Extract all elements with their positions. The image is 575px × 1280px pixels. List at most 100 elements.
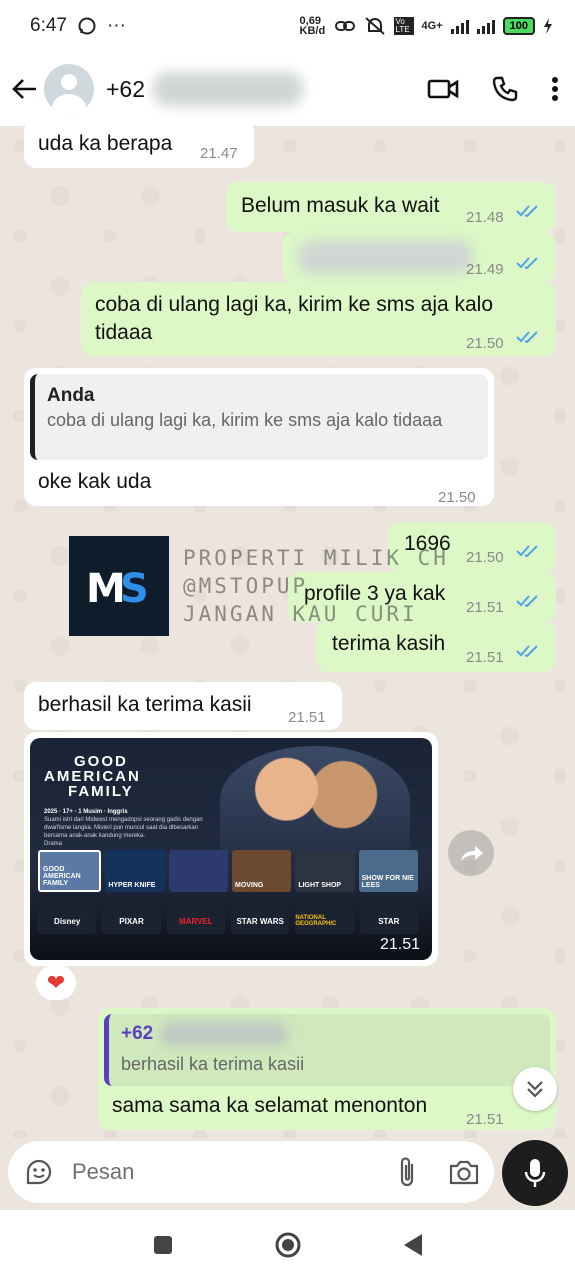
emoji-sticker-icon[interactable] [24,1157,54,1187]
show-genre: Drama [44,841,63,847]
message-input[interactable] [70,1158,396,1186]
brand-tile: MARVEL [166,908,225,934]
message-time: 21.51 [380,936,421,953]
message-time: 21.51 [466,599,504,616]
content-tile: LIGHT SHOP [295,850,355,892]
content-row: GOOD AMERICAN FAMILY HYPER KNIFE MOVING … [38,850,418,892]
contact-name[interactable]: +62 [106,72,427,106]
quote-author: +62 [121,1020,290,1048]
read-receipt-icon [516,205,538,218]
show-description: 2025 · 17+ · 1 Musim · Inggris Suami ist… [44,808,204,848]
brand-tile: STAR WARS [230,908,290,934]
read-receipt-icon [516,331,538,344]
brand-tile: NATIONAL GEOGRAPHIC [295,908,354,934]
ms-logo-icon: MS [86,566,149,608]
message-outgoing-reply[interactable]: +62 berhasil ka terima kasii sama sama k… [98,1008,556,1130]
show-title-line: GOOD [74,753,128,770]
net-speed: 0,69 KB/d [299,15,326,37]
message-outgoing[interactable]: coba di ulang lagi ka, kirim ke sms aja … [81,282,556,356]
voice-record-button[interactable] [502,1140,568,1206]
recents-icon[interactable] [152,1234,174,1256]
show-title-line: FAMILY [68,783,134,800]
quoted-message[interactable]: Anda coba di ulang lagi ka, kirim ke sms… [30,374,488,460]
link-icon [334,21,355,31]
microphone-icon [524,1159,546,1187]
watermark-text: PROPERTI MILIK CH @MSTOPUP JANGAN KAU CU… [183,544,449,628]
double-chevron-down-icon [527,1081,543,1098]
show-synopsis: Suami istri dari Midwest mengadopsi seor… [44,817,203,839]
system-navigation-bar [0,1210,575,1280]
message-text: berhasil ka terima kasii [38,693,252,716]
camera-icon[interactable] [448,1158,480,1186]
quote-author-prefix: +62 [121,1023,154,1044]
back-icon[interactable] [402,1232,424,1258]
home-icon[interactable] [274,1231,302,1259]
read-receipt-icon [516,545,538,558]
message-time: 21.51 [288,709,326,726]
shared-photo[interactable]: GOOD AMERICAN FAMILY 2025 · 17+ · 1 Musi… [30,738,432,960]
content-tile [168,850,228,892]
message-text: sama sama ka selamat menonton [112,1094,428,1117]
redacted-content [298,240,473,274]
message-time: 21.49 [466,261,504,278]
message-outgoing[interactable]: terima kasih 21.51 [316,622,556,672]
message-text: terima kasih [332,632,446,655]
volte-badge: Vo LTE [393,17,414,35]
watermark-line: PROPERTI MILIK CH [183,546,449,570]
contact-prefix: +62 [106,75,146,102]
read-receipt-icon [516,595,538,608]
reaction-badge[interactable]: ❤ [36,966,76,1000]
brand-row: Disney PIXAR MARVEL STAR WARS NATIONAL G… [38,908,418,934]
message-outgoing[interactable]: Belum masuk ka wait 21.48 [226,182,556,232]
svg-text:S: S [120,566,149,608]
content-tile: MOVING [231,850,292,892]
whatsapp-notification-icon [78,17,96,35]
message-incoming-reply[interactable]: Anda coba di ulang lagi ka, kirim ke sms… [24,368,494,506]
battery-indicator: 100 [502,17,535,35]
message-incoming[interactable]: berhasil ka terima kasii 21.51 [24,682,342,730]
watermark-line: @MSTOPUP [183,574,309,598]
video-camera-icon[interactable] [427,77,459,101]
content-tile: SHOW FOR NIE LEES [358,850,418,892]
forward-button[interactable] [448,830,494,876]
read-receipt-icon [516,645,538,658]
message-list[interactable]: uda ka berapa 21.47 Belum masuk ka wait … [0,126,575,1138]
quote-text: coba di ulang lagi ka, kirim ke sms aja … [47,410,443,430]
clock: 6:47 [30,15,67,36]
message-time: 21.50 [438,489,476,506]
heart-icon: ❤ [46,970,66,995]
message-time: 21.48 [466,209,504,226]
content-tile: HYPER KNIFE [105,850,165,892]
signal-icon [450,18,469,34]
show-title: GOOD AMERICAN FAMILY [44,754,141,799]
signal-icon-2 [476,18,495,34]
message-text: oke kak uda [38,470,152,493]
brand-tile: Disney [38,908,97,934]
message-incoming[interactable]: uda ka berapa 21.47 [24,126,254,168]
show-poster-art [220,746,410,854]
redacted-number [153,72,304,106]
message-time: 21.51 [466,649,504,666]
contact-avatar[interactable] [44,64,94,114]
message-time: 21.51 [466,1111,504,1128]
redacted-number [159,1022,290,1046]
back-arrow-icon[interactable] [10,74,40,104]
paperclip-icon[interactable] [396,1156,420,1188]
forward-icon [461,846,483,861]
brand-tile: PIXAR [102,908,161,934]
message-outgoing[interactable]: 21.49 [282,232,556,282]
phone-icon[interactable] [491,75,519,103]
message-input-container[interactable] [8,1141,494,1203]
message-text: uda ka berapa [38,132,173,155]
quote-text: berhasil ka terima kasii [121,1054,305,1074]
chat-header: +62 [0,52,575,126]
kebab-menu-icon[interactable] [551,76,559,102]
quoted-message[interactable]: +62 berhasil ka terima kasii [104,1014,550,1086]
charging-icon [544,18,552,34]
message-time: 21.50 [466,335,504,352]
scroll-to-bottom-button[interactable] [513,1067,557,1111]
status-bar: 6:47 ··· 0,69 KB/d Vo LTE 4G+ 100 [0,0,575,52]
content-tile: GOOD AMERICAN FAMILY [38,850,102,892]
message-time: 21.47 [200,145,238,162]
message-time: 21.50 [466,549,504,566]
